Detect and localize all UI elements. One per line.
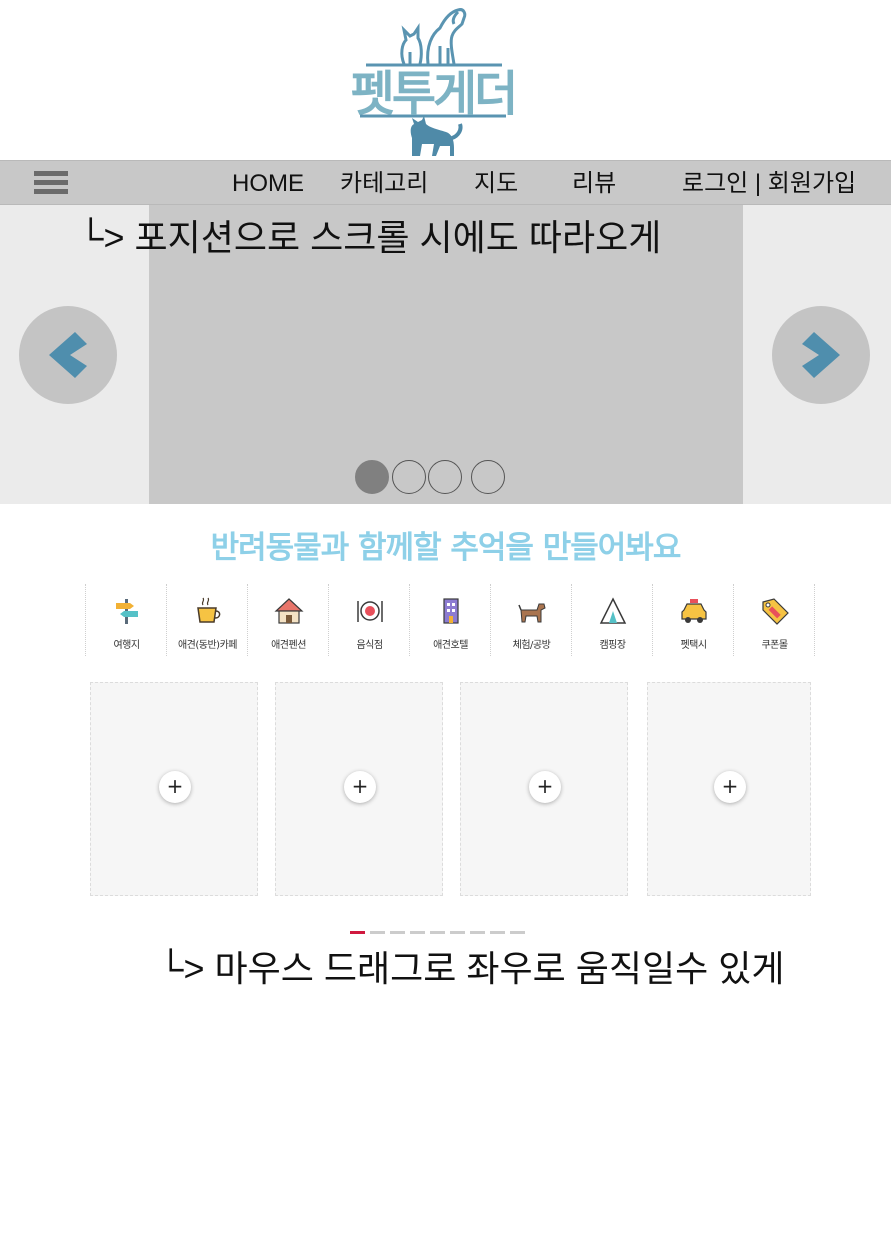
- category-camping[interactable]: 캠핑장: [572, 584, 653, 656]
- chevron-left-icon: [49, 332, 87, 378]
- slider-next-button[interactable]: [772, 306, 870, 404]
- slider-dot-4[interactable]: [471, 460, 505, 494]
- hamburger-icon[interactable]: [34, 169, 70, 197]
- drag-annotation: └> 마우스 드래그로 좌우로 움직일수 있게: [158, 948, 785, 989]
- slider-annotation: └> 포지션으로 스크롤 시에도 따라오게: [78, 217, 662, 258]
- signpost-icon: [116, 599, 138, 624]
- slider-dot-1[interactable]: [355, 460, 389, 494]
- nav-item-map[interactable]: 지도: [474, 161, 518, 206]
- category-pet-taxi[interactable]: 펫택시: [653, 584, 734, 656]
- main-nav: HOME 카테고리 지도 리뷰 로그인 | 회원가입: [0, 160, 891, 205]
- pager-dash-7[interactable]: [470, 931, 485, 934]
- add-button[interactable]: +: [714, 771, 746, 803]
- category-restaurant[interactable]: 음식점: [329, 584, 410, 656]
- pager-dash-5[interactable]: [430, 931, 445, 934]
- nav-item-category[interactable]: 카테고리: [340, 161, 428, 206]
- pager-dash-1[interactable]: [350, 931, 365, 934]
- content-card-3[interactable]: +: [460, 682, 628, 896]
- logo-wordmark: 펫투게더: [350, 66, 519, 122]
- tent-icon: [599, 597, 627, 624]
- slider-prev-button[interactable]: [19, 306, 117, 404]
- site-logo[interactable]: 펫투게더: [340, 6, 526, 160]
- hero-slider[interactable]: └> 포지션으로 스크롤 시에도 따라오게: [0, 205, 891, 504]
- pager-dash-2[interactable]: [370, 931, 385, 934]
- content-card-4[interactable]: +: [647, 682, 811, 896]
- page-root: 펫투게더 HOME 카테고리 지도 리뷰 로그인 | 회원가입 └> 포지션으로…: [0, 0, 891, 1260]
- category-coupon[interactable]: 쿠폰몰: [734, 584, 815, 656]
- add-button[interactable]: +: [159, 771, 191, 803]
- pager-dash-6[interactable]: [450, 931, 465, 934]
- category-bar: 여행지 애견(동반)카페 애견펜션 음식점 애견호텔 체험/공방 캠핑장 펫택시…: [85, 584, 815, 656]
- add-button[interactable]: +: [529, 771, 561, 803]
- taxi-icon: [681, 599, 707, 623]
- pager-dash-9[interactable]: [510, 931, 525, 934]
- category-travel[interactable]: 여행지: [86, 584, 167, 656]
- section-headline: 반려동물과 함께할 추억을 만들어봐요: [210, 530, 682, 566]
- category-cafe[interactable]: 애견(동반)카페: [167, 584, 248, 656]
- pager-dash-8[interactable]: [490, 931, 505, 934]
- dog-icon: [518, 603, 546, 623]
- add-button[interactable]: +: [344, 771, 376, 803]
- pager-dash-4[interactable]: [410, 931, 425, 934]
- sale-tag-icon: [762, 598, 789, 625]
- login-signup-link[interactable]: 로그인 | 회원가입: [682, 161, 856, 206]
- nav-item-home[interactable]: HOME: [232, 161, 304, 206]
- plate-cutlery-icon: [357, 601, 383, 622]
- pager-dash-3[interactable]: [390, 931, 405, 934]
- content-card-2[interactable]: +: [275, 682, 443, 896]
- card-pager: [350, 931, 525, 934]
- category-experience[interactable]: 체험/공방: [491, 584, 572, 656]
- category-hotel[interactable]: 애견호텔: [410, 584, 491, 656]
- house-icon: [274, 598, 304, 624]
- content-card-1[interactable]: +: [90, 682, 258, 896]
- coffee-cup-icon: [197, 597, 221, 623]
- slider-dot-2[interactable]: [392, 460, 426, 494]
- chevron-right-icon: [802, 332, 840, 378]
- nav-item-review[interactable]: 리뷰: [572, 161, 616, 206]
- category-pension[interactable]: 애견펜션: [248, 584, 329, 656]
- slider-dot-3[interactable]: [428, 460, 462, 494]
- hotel-building-icon: [443, 598, 459, 624]
